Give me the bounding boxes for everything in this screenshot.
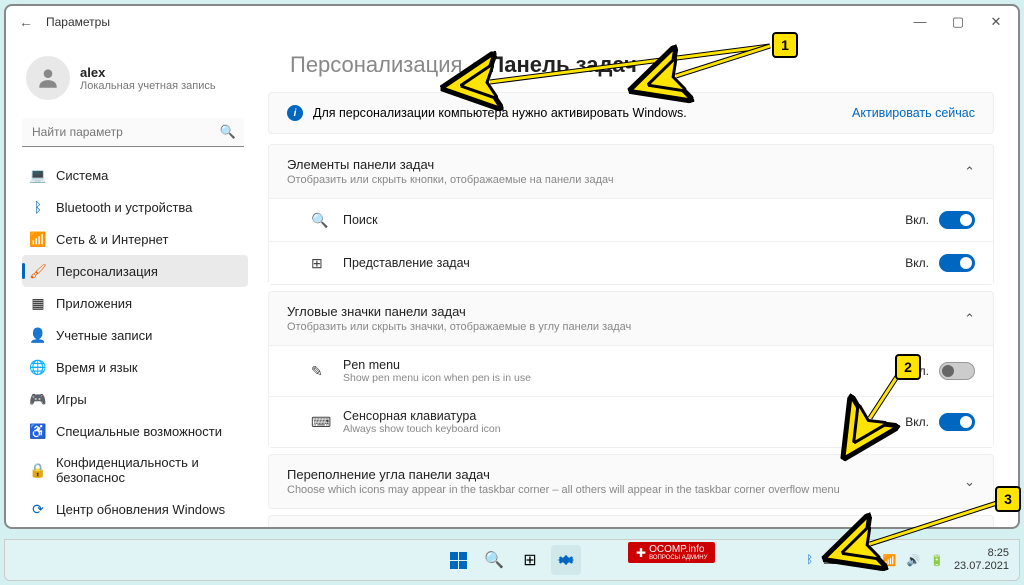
annotation-2: 2 bbox=[895, 354, 921, 380]
annotation-3: 3 bbox=[995, 486, 1021, 512]
annotation-1: 1 bbox=[772, 32, 798, 58]
